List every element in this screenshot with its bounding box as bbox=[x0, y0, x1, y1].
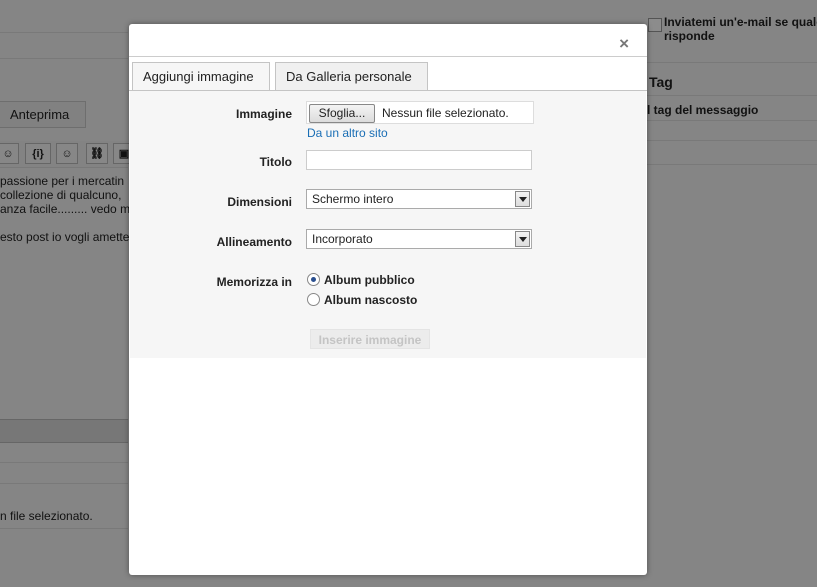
insert-image-button[interactable]: Inserire immagine bbox=[310, 329, 430, 349]
radio-public-label: Album pubblico bbox=[324, 273, 415, 287]
add-image-panel bbox=[130, 91, 646, 358]
store-label: Memorizza in bbox=[216, 275, 292, 289]
dialog-tabs: Aggiungi immagine Da Galleria personale bbox=[132, 62, 647, 91]
other-site-link[interactable]: Da un altro sito bbox=[307, 126, 388, 140]
divider bbox=[129, 56, 647, 57]
chevron-down-icon[interactable] bbox=[515, 191, 530, 207]
radio-unselected-icon[interactable] bbox=[307, 293, 320, 306]
title-input[interactable] bbox=[306, 150, 532, 170]
dimensions-label: Dimensioni bbox=[227, 195, 292, 209]
radio-selected-icon[interactable] bbox=[307, 273, 320, 286]
insert-image-dialog: × Aggiungi immagine Da Galleria personal… bbox=[129, 24, 647, 575]
alignment-value: Incorporato bbox=[312, 232, 373, 246]
radio-hidden-album[interactable]: Album nascosto bbox=[307, 293, 417, 307]
radio-hidden-label: Album nascosto bbox=[324, 293, 418, 307]
dimensions-value: Schermo intero bbox=[312, 192, 394, 206]
close-icon[interactable]: × bbox=[619, 34, 629, 54]
alignment-select[interactable]: Incorporato bbox=[306, 229, 532, 249]
dimensions-select[interactable]: Schermo intero bbox=[306, 189, 532, 209]
title-label: Titolo bbox=[259, 155, 292, 169]
file-status: Nessun file selezionato. bbox=[382, 106, 509, 120]
image-label: Immagine bbox=[235, 107, 292, 121]
browse-button[interactable]: Sfoglia... bbox=[309, 104, 375, 123]
radio-public-album[interactable]: Album pubblico bbox=[307, 273, 415, 287]
chevron-down-icon[interactable] bbox=[515, 231, 530, 247]
tab-add-image[interactable]: Aggiungi immagine bbox=[132, 62, 270, 91]
tab-personal-gallery[interactable]: Da Galleria personale bbox=[275, 62, 428, 91]
alignment-label: Allineamento bbox=[216, 235, 292, 249]
